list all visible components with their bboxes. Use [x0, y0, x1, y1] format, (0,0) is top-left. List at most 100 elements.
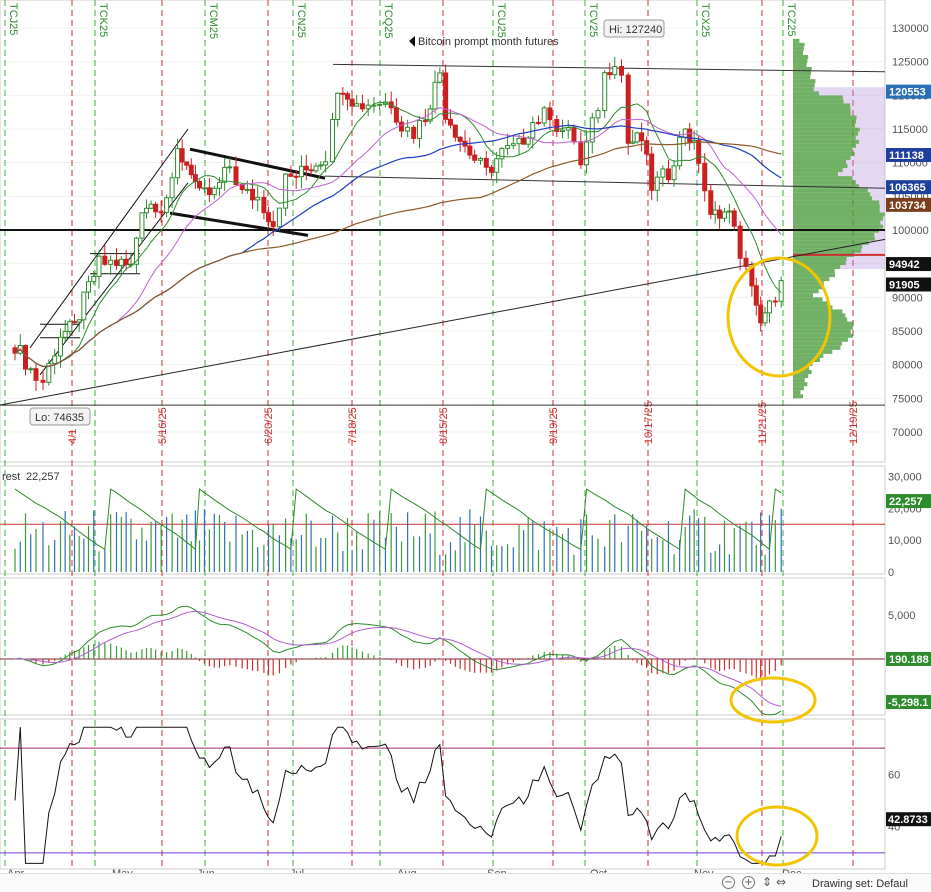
cycle-date-label: 12/19/25 [848, 401, 860, 444]
volume-profile-bar [793, 217, 883, 221]
cycle-label: TCV25 [587, 3, 599, 37]
candle-body [517, 138, 521, 143]
price-tick-label: 130000 [892, 23, 929, 35]
candle-body [603, 73, 607, 111]
candle-body [635, 133, 639, 142]
volume-profile-bar [793, 301, 828, 305]
candle-body [198, 182, 202, 188]
candle-body [63, 331, 67, 337]
candle-body [744, 258, 748, 266]
candle-body [212, 188, 216, 194]
candle-body [448, 119, 452, 125]
price-badge-label: 106365 [889, 182, 926, 194]
candle-body [360, 104, 364, 109]
candle-body [180, 149, 184, 162]
oi-panel-label: rest [2, 471, 20, 483]
value-area-band [857, 116, 885, 120]
value-area-band [858, 132, 885, 136]
volume-profile-bar [793, 265, 840, 269]
candle-body [159, 212, 163, 213]
value-area-band [856, 180, 885, 184]
candle-body [378, 104, 382, 105]
value-area-band [856, 136, 885, 140]
volume-profile-bar [793, 322, 854, 326]
candle-body [34, 369, 38, 381]
pan-icon[interactable]: ⇔ [776, 875, 786, 889]
candle-body [185, 162, 189, 165]
oi-tick-label: 0 [888, 567, 894, 579]
candle-body [500, 148, 504, 158]
candle-body [536, 122, 540, 123]
cycle-date-label: 10/17/25 [643, 401, 655, 444]
volume-profile-bar [793, 120, 856, 124]
candle-body [154, 204, 158, 212]
value-area-band [843, 95, 885, 99]
value-area-band [843, 168, 885, 172]
candle-body [331, 119, 335, 161]
cycle-date-label: 7/18/25 [347, 407, 359, 444]
value-area-band [850, 103, 885, 107]
candle-body [626, 75, 630, 143]
volume-profile-bar [793, 136, 856, 140]
volume-profile-bar [793, 346, 840, 350]
value-area-band [872, 196, 885, 200]
oi-tick-label: 30,000 [888, 471, 922, 483]
volume-profile-bar [793, 140, 859, 144]
volume-profile-bar [793, 63, 807, 67]
price-badge-label: 120553 [889, 87, 926, 99]
cycle-label: TCX25 [699, 3, 711, 37]
cycle-date-label: 11/21/25 [757, 402, 769, 444]
zoom-in-icon[interactable]: + [742, 876, 755, 889]
candle-body [289, 174, 293, 176]
candle-body [92, 276, 96, 281]
value-area-band [870, 192, 885, 196]
candle-body [41, 380, 45, 382]
candle-body [444, 73, 448, 119]
volume-profile-bar [793, 71, 811, 75]
candle-body [119, 259, 123, 265]
candle-body [678, 137, 682, 165]
cursor-icon[interactable]: ⇕ [762, 875, 772, 889]
value-area-band [819, 91, 885, 95]
volume-profile-bar [793, 124, 855, 128]
volume-profile-bar [793, 176, 852, 180]
candle-body [251, 189, 255, 200]
candle-body [304, 166, 308, 170]
volume-profile-bar [793, 39, 799, 43]
volume-profile-bar [793, 318, 847, 322]
candle-body [727, 211, 731, 212]
volume-profile-bar [793, 128, 860, 132]
candle-body [97, 256, 101, 276]
price-tick-label: 80000 [892, 360, 923, 372]
candle-body [763, 313, 767, 323]
candle-body [309, 170, 313, 171]
volume-profile-bar [793, 156, 851, 160]
volume-profile-bar [793, 91, 819, 95]
volume-profile-bar [793, 221, 880, 225]
candle-body [324, 162, 328, 165]
candle-body [73, 322, 77, 323]
cycle-date-label: 6/20/25 [263, 407, 275, 444]
drawing-set-label[interactable]: Drawing set: Defaul [812, 878, 908, 890]
price-tick-label: 70000 [892, 427, 923, 439]
volume-profile-bar [793, 99, 844, 103]
candle-body [561, 130, 565, 131]
candle-body [773, 301, 777, 302]
value-area-band [852, 176, 885, 180]
rsi-tick-label: 60 [888, 769, 900, 781]
candle-body [418, 121, 422, 139]
lo-marker-label: Lo: 74635 [35, 412, 84, 424]
candle-body [433, 82, 437, 109]
candle-body [202, 188, 206, 189]
candle-body [672, 166, 676, 180]
candle-body [165, 198, 169, 213]
volume-profile-bar [793, 326, 853, 330]
candle-body [458, 137, 462, 141]
zoom-out-icon[interactable]: − [722, 876, 735, 889]
volume-profile-bar [793, 378, 805, 382]
value-area-band [880, 204, 885, 208]
volume-profile-bar [793, 83, 815, 87]
candle-body [655, 177, 659, 190]
candle-body [511, 144, 515, 146]
value-area-band [879, 200, 885, 204]
